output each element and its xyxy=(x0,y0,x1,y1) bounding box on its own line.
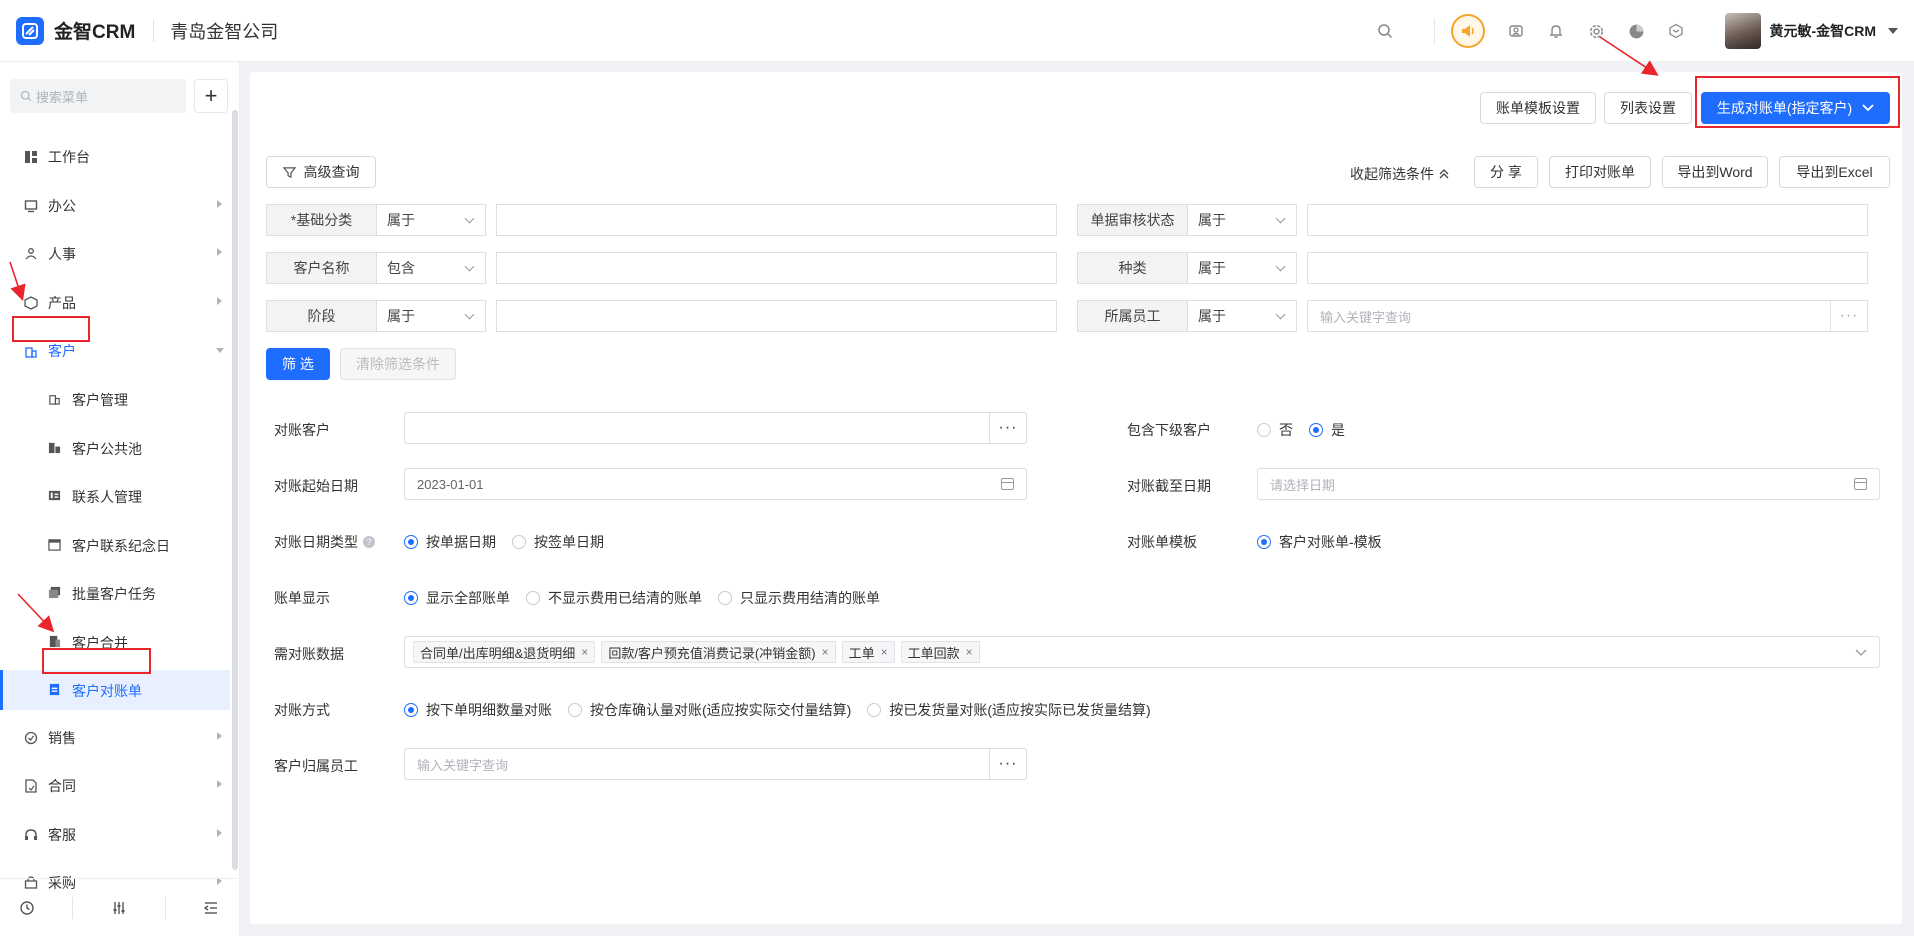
annotation-arrows xyxy=(9,36,1659,633)
arrow-to-statement xyxy=(17,593,55,633)
arrow-to-customer xyxy=(9,261,26,302)
arrow-to-generate xyxy=(1599,36,1659,76)
